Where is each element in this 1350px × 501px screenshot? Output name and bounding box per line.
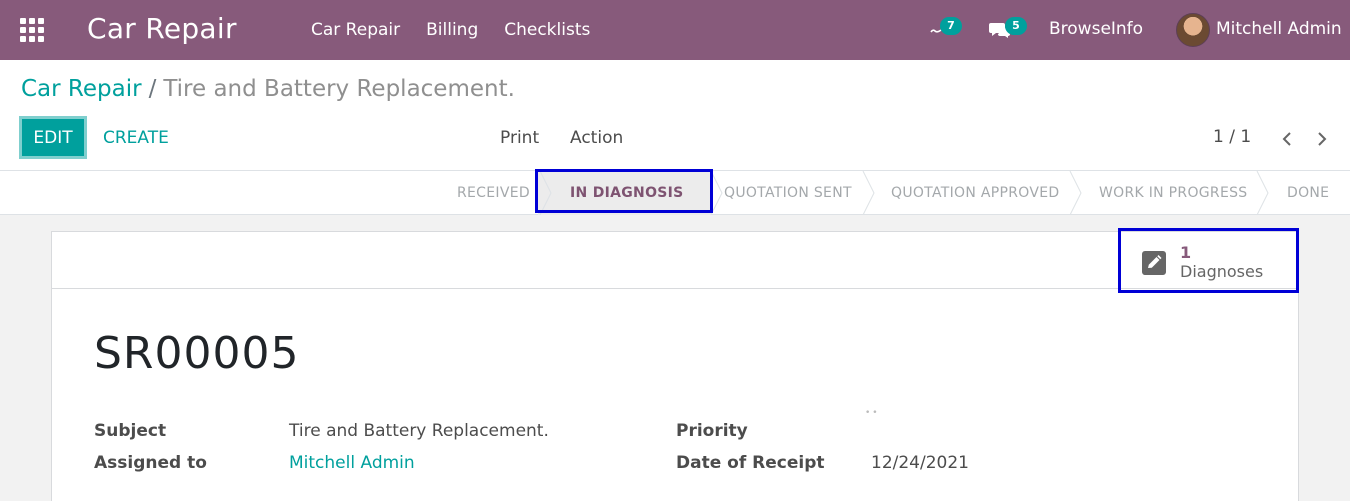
stage-separator xyxy=(1069,171,1082,215)
messages-badge: 5 xyxy=(1005,17,1027,35)
assigned-to-label: Assigned to xyxy=(94,453,207,473)
priority-widget[interactable]: •• xyxy=(865,408,880,418)
edit-button[interactable]: EDIT xyxy=(19,116,87,159)
stage-separator xyxy=(1256,171,1269,215)
breadcrumb-separator: / xyxy=(148,76,157,102)
breadcrumb-parent[interactable]: Car Repair xyxy=(21,76,142,102)
action-button[interactable]: Action xyxy=(570,128,623,148)
subject-value: Tire and Battery Replacement. xyxy=(289,421,549,441)
create-button[interactable]: CREATE xyxy=(103,128,169,148)
stage-work-in-progress[interactable]: WORK IN PROGRESS xyxy=(1099,171,1247,215)
apps-menu-icon[interactable] xyxy=(20,18,44,42)
date-of-receipt-label: Date of Receipt xyxy=(676,453,825,473)
print-button[interactable]: Print xyxy=(500,128,539,148)
stage-quotation-approved[interactable]: QUOTATION APPROVED xyxy=(891,171,1059,215)
breadcrumb: Car Repair / Tire and Battery Replacement. xyxy=(21,76,515,102)
form-sheet: 1 Diagnoses SR00005 Subject Tire and Bat… xyxy=(51,231,1299,501)
highlight-box-current-stage xyxy=(535,169,713,213)
company-switcher[interactable]: BrowseInfo xyxy=(1049,19,1143,39)
main-menu: Car Repair Billing Checklists xyxy=(311,0,616,60)
breadcrumb-current: Tire and Battery Replacement. xyxy=(163,76,515,102)
highlight-box-smart-button xyxy=(1118,228,1299,293)
pager-next-icon[interactable] xyxy=(1313,130,1331,148)
priority-label: Priority xyxy=(676,421,748,441)
assigned-to-value[interactable]: Mitchell Admin xyxy=(289,453,415,473)
pager-value[interactable]: 1 / 1 xyxy=(1213,127,1251,147)
menu-item-checklists[interactable]: Checklists xyxy=(504,20,590,40)
menu-item-car-repair[interactable]: Car Repair xyxy=(311,20,400,40)
user-avatar[interactable] xyxy=(1176,13,1210,47)
activity-badge: 7 xyxy=(940,17,962,35)
pager-previous-icon[interactable] xyxy=(1278,130,1296,148)
user-menu[interactable]: Mitchell Admin xyxy=(1216,19,1342,39)
smart-button-box: 1 Diagnoses xyxy=(52,232,1298,289)
stage-separator xyxy=(862,171,875,215)
subject-label: Subject xyxy=(94,421,167,441)
control-panel: Car Repair / Tire and Battery Replacement.… xyxy=(0,60,1350,171)
top-navbar: Car Repair Car Repair Billing Checklists… xyxy=(0,0,1350,60)
menu-item-billing[interactable]: Billing xyxy=(426,20,478,40)
date-of-receipt-value: 12/24/2021 xyxy=(871,453,969,473)
stage-quotation-sent[interactable]: QUOTATION SENT xyxy=(724,171,852,215)
record-name: SR00005 xyxy=(94,328,300,379)
stage-received[interactable]: RECEIVED xyxy=(457,171,530,215)
stage-done[interactable]: DONE xyxy=(1287,171,1329,215)
app-brand[interactable]: Car Repair xyxy=(87,12,237,45)
